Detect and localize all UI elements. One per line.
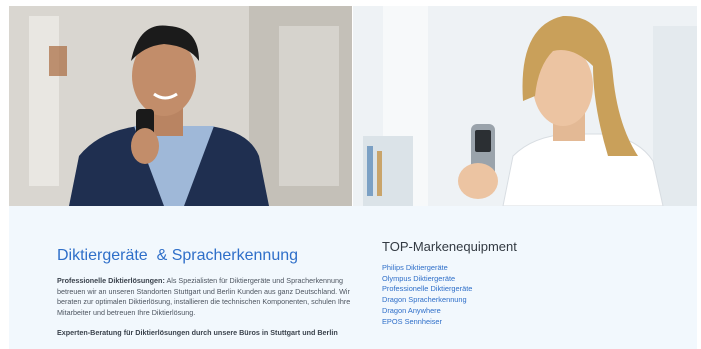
page-title: Diktiergeräte & Spracherkennung: [57, 247, 299, 264]
brand-link-olympus[interactable]: Olympus Diktiergeräte: [382, 274, 682, 285]
info-panel: Diktiergeräte & Spracherkennung Professi…: [9, 206, 697, 349]
intro-section: Diktiergeräte & Spracherkennung Professi…: [57, 246, 357, 337]
intro-bold-lead: Professionelle Diktierlösungen:: [57, 276, 165, 285]
brands-heading: TOP-Markenequipment: [382, 239, 517, 254]
hero-images: [9, 6, 697, 206]
brand-link-dragon-speech[interactable]: Dragon Spracherkennung: [382, 295, 682, 306]
brand-link-philips[interactable]: Philips Diktiergeräte: [382, 263, 682, 274]
man-with-dictation-device-photo: [9, 6, 352, 206]
brand-link-list: Philips Diktiergeräte Olympus Diktierger…: [382, 263, 682, 327]
brand-link-professional[interactable]: Professionelle Diktiergeräte: [382, 284, 682, 295]
brand-link-dragon-anywhere[interactable]: Dragon Anywhere: [382, 306, 682, 317]
brands-section: TOP-Markenequipment Philips Diktiergerät…: [382, 239, 682, 327]
intro-paragraph: Professionelle Diktierlösungen: Als Spez…: [57, 276, 357, 318]
brand-link-epos-sennheiser[interactable]: EPOS Sennheiser: [382, 317, 682, 328]
expert-subline: Experten-Beratung für Diktierlösungen du…: [57, 328, 338, 338]
page-content: Diktiergeräte & Spracherkennung Professi…: [9, 6, 697, 349]
woman-with-digital-recorder-photo: [352, 6, 697, 206]
